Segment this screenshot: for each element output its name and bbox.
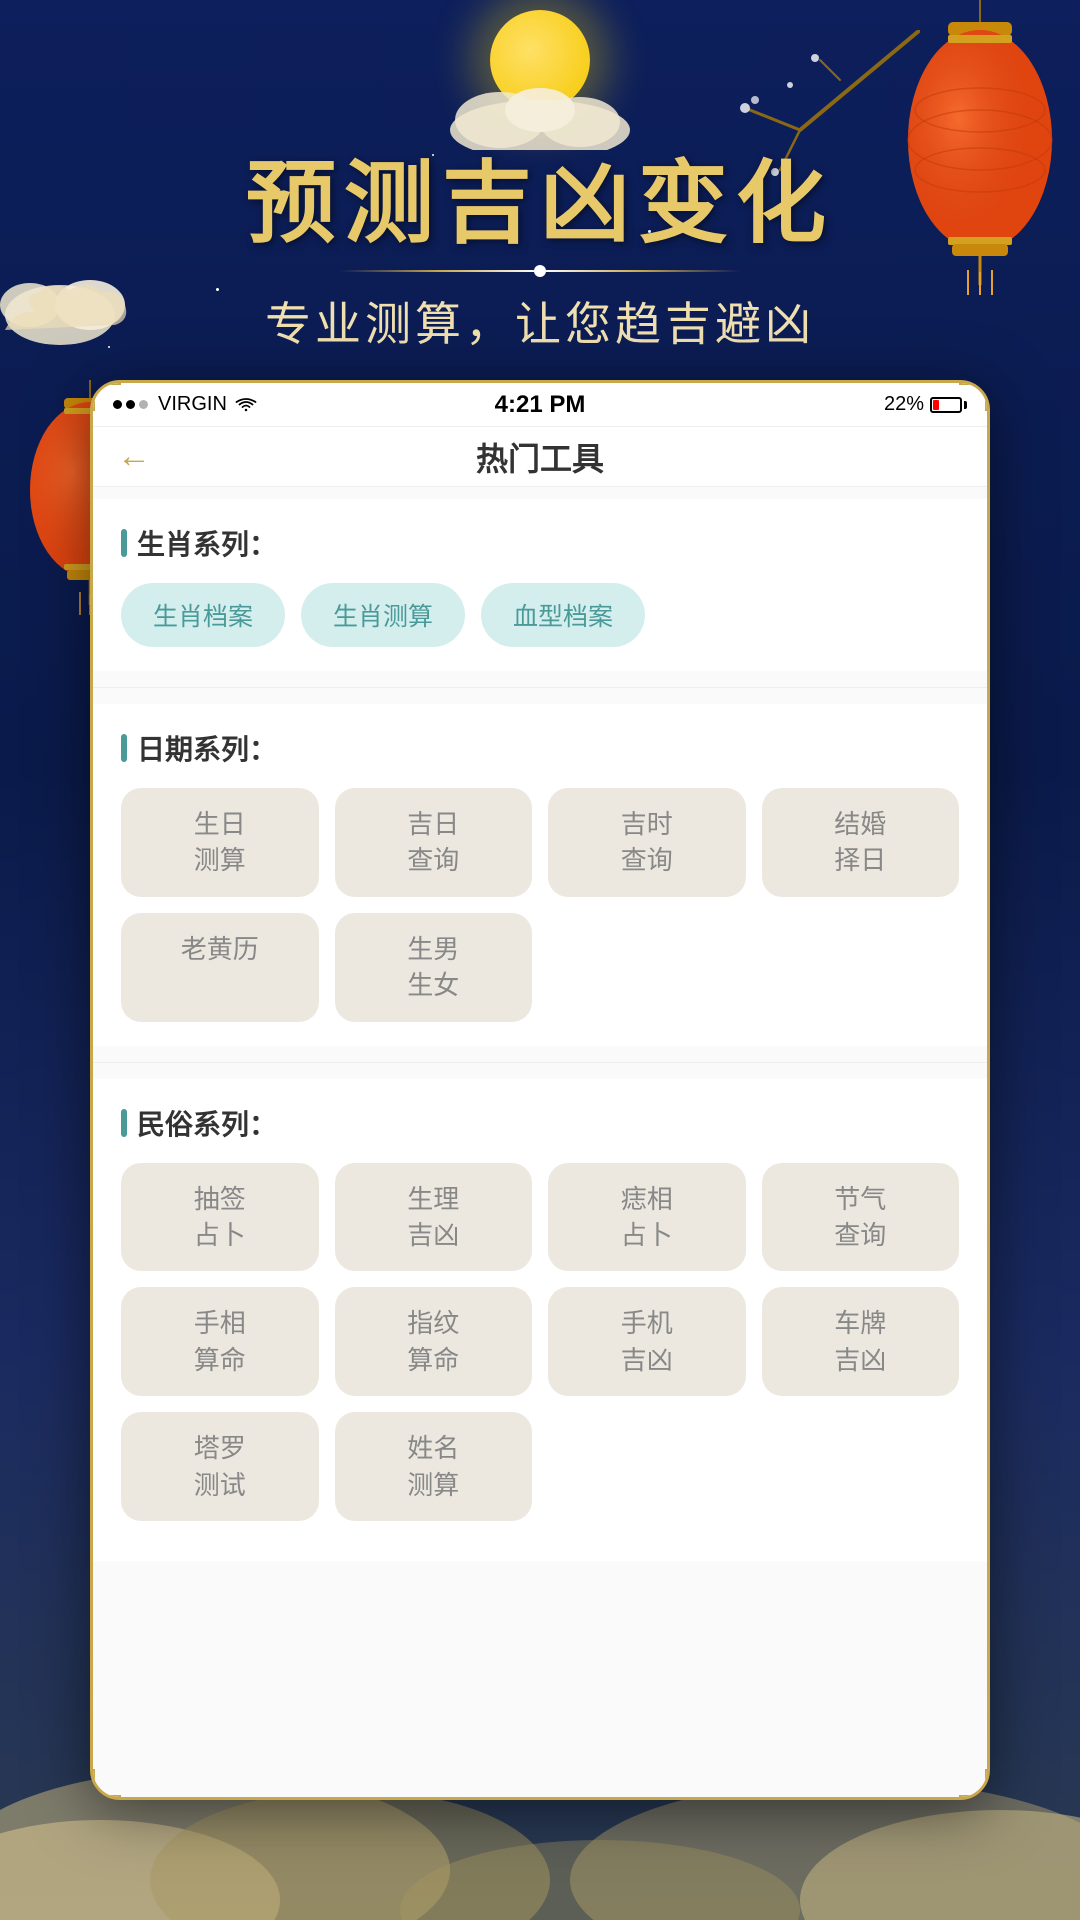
minsu-grid-row2: 手相算命 指纹算命 手机吉凶 车牌吉凶 <box>121 1287 959 1396</box>
lantern-right-decoration <box>880 0 1080 300</box>
nav-title: 热门工具 <box>476 434 604 480</box>
riqi-title: 日期系列： <box>121 728 959 768</box>
tag-laohuangli[interactable]: 老黄历 <box>121 913 319 1022</box>
tag-shouxiang-suanming[interactable]: 手相算命 <box>121 1287 319 1396</box>
riqi-bar <box>121 734 127 762</box>
tag-zhiwen-suanming[interactable]: 指纹算命 <box>335 1287 533 1396</box>
shengxiao-section: 生肖系列： 生肖档案 生肖测算 血型档案 <box>93 499 987 671</box>
tag-shengri-cesuan[interactable]: 生日测算 <box>121 788 319 897</box>
signal-dot-3 <box>139 400 148 409</box>
shengxiao-tags: 生肖档案 生肖测算 血型档案 <box>121 583 959 647</box>
section-divider-1 <box>93 687 987 688</box>
phone-mockup: VIRGIN 4:21 PM 22% <box>90 380 990 1800</box>
minsu-title-text: 民俗系列： <box>137 1103 277 1143</box>
shengxiao-title-text: 生肖系列： <box>137 523 277 563</box>
title-divider <box>340 270 740 272</box>
tag-xuexing-dangan[interactable]: 血型档案 <box>481 583 645 647</box>
minsu-title: 民俗系列： <box>121 1103 959 1143</box>
wifi-icon <box>235 397 257 413</box>
riqi-grid-row2: 老黄历 生男生女 <box>121 913 959 1022</box>
riqi-grid-row1: 生日测算 吉日查询 吉时查询 结婚择日 <box>121 788 959 897</box>
back-button[interactable]: ← <box>117 437 151 476</box>
tag-chepai-jixiong[interactable]: 车牌吉凶 <box>762 1287 960 1396</box>
tag-shouji-jixiong[interactable]: 手机吉凶 <box>548 1287 746 1396</box>
tag-jiri-chaxun[interactable]: 吉日查询 <box>335 788 533 897</box>
minsu-empty-1 <box>548 1412 746 1521</box>
corner-br <box>959 1769 989 1799</box>
shengxiao-title: 生肖系列： <box>121 523 959 563</box>
divider-dot <box>534 265 546 277</box>
shengxiao-bar <box>121 529 127 557</box>
tag-jishi-chaxun[interactable]: 吉时查询 <box>548 788 746 897</box>
riqi-title-text: 日期系列： <box>137 728 277 768</box>
battery-percent-label: 22% <box>884 393 924 416</box>
tag-taluo-ceshi[interactable]: 塔罗测试 <box>121 1412 319 1521</box>
minsu-empty-2 <box>762 1412 960 1521</box>
status-time: 4:21 PM <box>495 391 586 419</box>
corner-tr <box>959 381 989 411</box>
corner-tl <box>91 381 121 411</box>
riqi-section: 日期系列： 生日测算 吉日查询 吉时查询 结婚择日 老黄历 生男生女 <box>93 704 987 1046</box>
nav-bar: ← 热门工具 <box>93 427 987 487</box>
riqi-empty-1 <box>548 913 746 1022</box>
battery-indicator <box>930 397 967 413</box>
signal-dot-2 <box>126 400 135 409</box>
status-bar: VIRGIN 4:21 PM 22% <box>93 383 987 427</box>
minsu-bar <box>121 1109 127 1137</box>
tag-shengxiao-cesuan[interactable]: 生肖测算 <box>301 583 465 647</box>
status-right: 22% <box>884 393 967 416</box>
background: 预测吉凶变化 专业测算，让您趋吉避凶 <box>0 0 1080 1920</box>
section-divider-2 <box>93 1062 987 1063</box>
tag-chouqian-zhanbu[interactable]: 抽签占卜 <box>121 1163 319 1272</box>
tag-jieqi-chaxun[interactable]: 节气查询 <box>762 1163 960 1272</box>
corner-bl <box>91 1769 121 1799</box>
carrier-label: VIRGIN <box>158 393 227 416</box>
tag-jiehun-zeri[interactable]: 结婚择日 <box>762 788 960 897</box>
minsu-grid-row1: 抽签占卜 生理吉凶 痣相占卜 节气查询 <box>121 1163 959 1272</box>
tag-zhixiang-zhanbu[interactable]: 痣相占卜 <box>548 1163 746 1272</box>
tag-sheng-nan-nv[interactable]: 生男生女 <box>335 913 533 1022</box>
tag-shengli-jixiong[interactable]: 生理吉凶 <box>335 1163 533 1272</box>
content-scroll[interactable]: 生肖系列： 生肖档案 生肖测算 血型档案 日期系列： 生日测算 吉日查询 <box>93 487 987 1797</box>
minsu-section: 民俗系列： 抽签占卜 生理吉凶 痣相占卜 节气查询 手相算命 指纹算命 手机吉凶… <box>93 1079 987 1561</box>
riqi-empty-2 <box>762 913 960 1022</box>
minsu-grid-row3: 塔罗测试 姓名测算 <box>121 1412 959 1521</box>
tag-shengxiao-dangan[interactable]: 生肖档案 <box>121 583 285 647</box>
tag-xingming-cesuan[interactable]: 姓名测算 <box>335 1412 533 1521</box>
